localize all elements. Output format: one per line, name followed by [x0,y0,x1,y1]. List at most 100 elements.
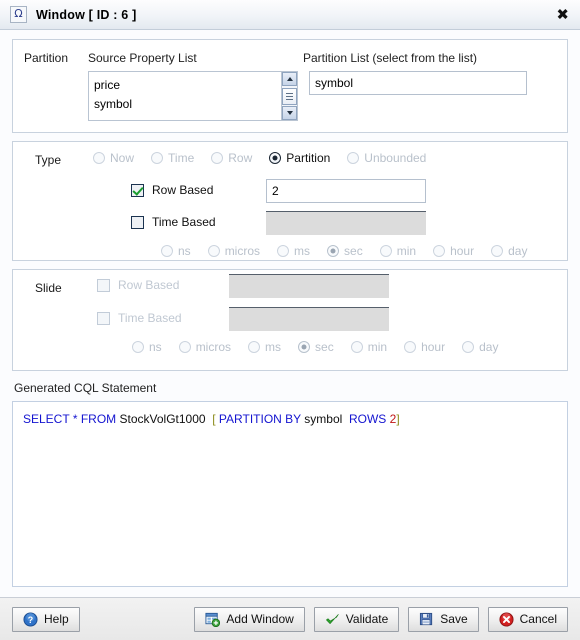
help-button[interactable]: ? Help [12,606,80,632]
radio-dot-icon [462,341,475,353]
radio-dot-icon [211,152,224,164]
source-property-listbox[interactable]: price symbol [88,71,298,121]
omega-icon: Ω [10,6,27,23]
checkbox-empty-icon [97,278,110,292]
radio-label: micros [224,244,261,258]
radio-slide-unit-day[interactable]: day [462,340,498,354]
radio-label: day [508,244,528,258]
close-icon[interactable]: ✖ [556,7,569,22]
radio-dot-icon [132,341,144,353]
radio-label: Time [168,151,195,165]
window-dialog: Ω Window [ ID : 6 ] ✖ Partition Source P… [0,0,580,640]
radio-type-time[interactable]: Time [151,151,194,165]
type-time-based-input [266,211,426,235]
type-unit-radio-group: ns micros ms sec min hour day [161,244,544,258]
type-row-based-checkbox[interactable]: Row Based [131,183,213,197]
radio-type-unit-micros[interactable]: micros [207,244,261,258]
generated-cql-label: Generated CQL Statement [14,381,157,395]
scrollbar-track[interactable] [282,86,297,106]
floppy-disk-icon [419,612,434,627]
add-window-button[interactable]: Add Window [194,606,305,632]
slide-time-based-input [229,307,389,331]
generated-cql-box[interactable]: SELECT * FROM StockVolGt1000 [ PARTITION… [12,401,568,587]
slide-row-based-input [229,274,389,298]
validate-button[interactable]: Validate [313,606,400,632]
radio-label: ms [294,244,311,258]
radio-label: min [396,244,417,258]
type-time-based-label: Time Based [152,215,216,229]
cancel-button[interactable]: Cancel [487,606,568,632]
scrollbar-grip-icon [286,93,293,101]
slide-row-based-label: Row Based [118,278,180,292]
add-window-button-label: Add Window [226,612,294,626]
radio-type-unit-ns[interactable]: ns [161,244,191,258]
source-property-items: price symbol [89,72,281,120]
type-row-based-label: Row Based [152,183,214,197]
list-item[interactable]: price [94,76,281,95]
radio-type-unit-hour[interactable]: hour [433,244,474,258]
scroll-up-icon[interactable] [282,72,297,86]
radio-dot-icon [93,152,105,164]
partition-list-input[interactable] [309,71,527,95]
type-row-based-input[interactable] [266,179,426,203]
footer-toolbar: ? Help Add Window Validate Save Cancel [0,597,580,640]
checkbox-empty-icon [131,215,144,229]
save-button-label: Save [440,612,468,626]
radio-slide-unit-ms[interactable]: ms [248,340,281,354]
radio-type-unit-min[interactable]: min [379,244,417,258]
radio-dot-icon [269,152,282,164]
partition-section-label: Partition [24,51,69,65]
radio-label: sec [315,340,334,354]
slide-time-based-label: Time Based [118,311,182,325]
radio-type-unit-ms[interactable]: ms [277,244,310,258]
source-property-list-label: Source Property List [88,51,197,65]
partition-list-label: Partition List (select from the list) [303,51,478,65]
type-time-based-checkbox[interactable]: Time Based [131,215,216,229]
cancel-button-label: Cancel [519,612,557,626]
radio-label: ns [178,244,191,258]
checkbox-empty-icon [97,311,110,325]
radio-dot-icon [379,245,392,257]
checkbox-check-icon [131,183,144,197]
radio-slide-unit-micros[interactable]: micros [178,340,232,354]
cancel-icon [499,611,514,627]
radio-slide-unit-hour[interactable]: hour [404,340,445,354]
radio-type-row[interactable]: Row [211,151,252,165]
radio-type-now[interactable]: Now [93,151,134,165]
partition-panel: Partition Source Property List Partition… [12,39,568,133]
type-radio-group: Now Time Row Partition Unbounded [93,151,443,165]
radio-slide-unit-sec[interactable]: sec [298,340,334,354]
list-item[interactable]: symbol [94,95,281,114]
source-list-scrollbar[interactable] [281,72,297,120]
radio-type-unit-sec[interactable]: sec [327,244,363,258]
check-icon [325,612,340,627]
radio-type-partition[interactable]: Partition [269,151,330,165]
radio-dot-icon [327,245,340,257]
add-window-icon [205,612,221,627]
radio-slide-unit-ns[interactable]: ns [132,340,162,354]
radio-label: Now [110,151,135,165]
radio-type-unbounded[interactable]: Unbounded [347,151,426,165]
radio-dot-icon [350,341,363,353]
type-section-label: Type [35,153,62,167]
scroll-down-icon[interactable] [282,106,297,120]
radio-label: min [367,340,388,354]
radio-label: Unbounded [364,151,427,165]
slide-time-based-checkbox: Time Based [97,311,182,325]
radio-slide-unit-min[interactable]: min [350,340,388,354]
radio-label: ns [149,340,162,354]
validate-button-label: Validate [345,612,389,626]
slide-panel: Slide Row Based Time Based ns micros ms … [12,269,568,371]
radio-label: day [479,340,499,354]
scrollbar-thumb[interactable] [282,88,297,105]
radio-dot-icon [404,341,417,353]
radio-label: ms [265,340,282,354]
radio-dot-icon [277,245,290,257]
radio-label: sec [344,244,363,258]
radio-label: Partition [286,151,331,165]
radio-type-unit-day[interactable]: day [491,244,527,258]
save-button[interactable]: Save [408,606,479,632]
slide-unit-radio-group: ns micros ms sec min hour day [132,340,515,354]
radio-label: micros [195,340,232,354]
radio-dot-icon [347,152,360,164]
